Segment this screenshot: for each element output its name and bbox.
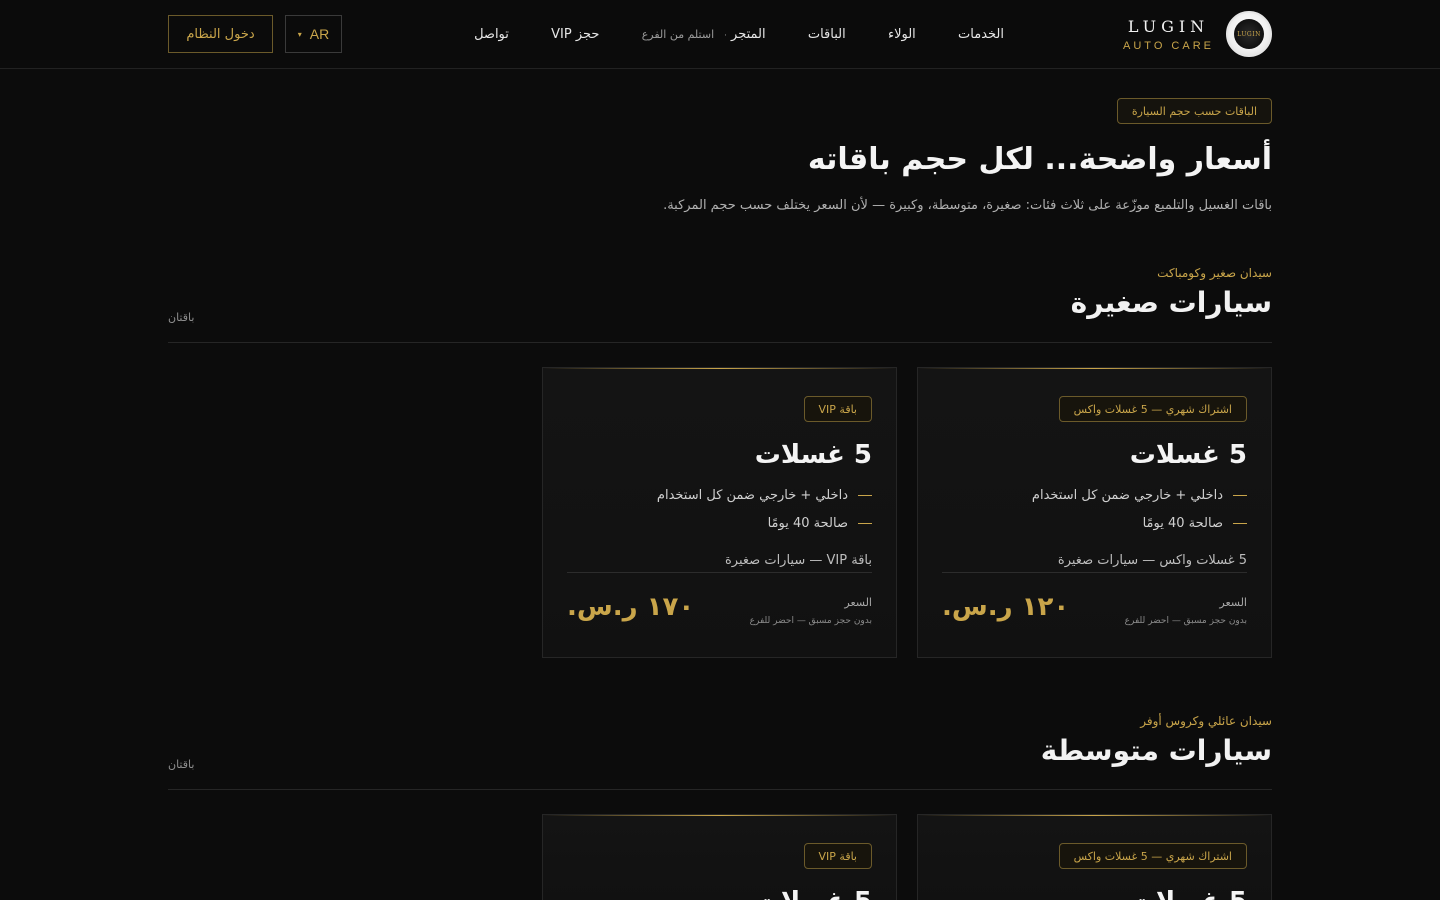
page-description: باقات الغسيل والتلميع موزّعة على ثلاث فئ… [663,198,1272,213]
card-note: 5 غسلات واكس — سيارات صغيرة [1057,553,1247,568]
card-feature-text: داخلي + خارجي ضمن كل استخدام [656,488,848,503]
package-card[interactable]: باقة VIP 5 غسلات داخلي + خارجي ضمن كل اس… [542,367,897,658]
nav-store[interactable]: المتجر· استلم من الفرع [642,27,766,42]
brand[interactable]: LUGIN LUGIN AUTO CARE [1123,11,1272,57]
chevron-down-icon: ▾ [297,29,302,39]
price-value: ١٢٠ ر.س. [942,592,1070,622]
card-feature: داخلي + خارجي ضمن كل استخدام [657,488,872,503]
card-divider [567,572,872,573]
price-note: بدون حجز مسبق — احضر للفرع [749,616,872,626]
section-title: سيارات متوسطة [1040,734,1272,767]
package-card[interactable]: اشتراك شهري — 5 غسلات واكس 5 غسلات [917,814,1272,900]
section-eyebrow: سيدان صغير وكومباكت [1157,266,1272,280]
card-feature-text: صالحة 40 يومًا [1142,516,1223,531]
brand-logo: LUGIN [1226,11,1272,57]
nav-services[interactable]: الخدمات [958,27,1004,42]
nav-store-label: المتجر [731,26,766,42]
section-count: باقتان [168,311,195,324]
card-badge: اشتراك شهري — 5 غسلات واكس [1058,843,1247,869]
card-title: 5 غسلات [754,440,872,470]
language-switcher-button[interactable]: ▾ AR [285,15,342,53]
brand-text: LUGIN AUTO CARE [1123,17,1214,52]
price-note: بدون حجز مسبق — احضر للفرع [1124,616,1247,626]
price-value: ١٧٠ ر.س. [567,592,695,622]
language-label: AR [309,26,330,42]
section-title: سيارات صغيرة [1070,286,1272,319]
card-badge: باقة VIP [803,396,872,422]
card-feature: صالحة 40 يومًا [768,516,872,531]
section-divider [168,789,1272,790]
card-feature-text: صالحة 40 يومًا [767,516,848,531]
page-title: أسعار واضحة... لكل حجم باقاته [807,142,1272,177]
dash-icon [858,523,872,524]
card-badge: باقة VIP [803,843,872,869]
brand-name: LUGIN [1127,16,1210,36]
nav-loyalty[interactable]: الولاء [888,27,916,42]
card-feature-text: داخلي + خارجي ضمن كل استخدام [1031,488,1223,503]
section-divider [168,342,1272,343]
package-card[interactable]: اشتراك شهري — 5 غسلات واكس 5 غسلات داخلي… [917,367,1272,658]
card-title: 5 غسلات [1130,887,1247,900]
card-note: باقة VIP — سيارات صغيرة [724,553,872,568]
price-label: السعر [1219,596,1247,609]
nav-contact[interactable]: تواصل [474,27,509,42]
dash-icon [1233,495,1247,496]
nav-vip-booking[interactable]: حجز VIP [551,27,599,42]
card-divider [942,572,1247,573]
nav-packages[interactable]: الباقات [808,27,846,42]
package-card[interactable]: باقة VIP 5 غسلات [542,814,897,900]
site-header: LUGIN LUGIN AUTO CARE الخدمات الولاء الب… [0,0,1440,69]
brand-subtitle: AUTO CARE [1123,39,1214,52]
dash-icon [1233,523,1247,524]
login-button[interactable]: دخول النظام [168,15,273,53]
hero-badge: الباقات حسب حجم السيارة [1116,98,1272,124]
separator-dot-icon: · [724,30,728,41]
card-title: 5 غسلات [755,887,872,900]
section-eyebrow: سيدان عائلي وكروس أوفر [1140,714,1272,728]
dash-icon [858,495,872,496]
nav-store-sublabel: استلم من الفرع [641,27,715,41]
section-count: باقتان [168,758,195,771]
card-badge: اشتراك شهري — 5 غسلات واكس [1058,396,1247,422]
brand-logo-mark: LUGIN [1234,19,1264,49]
card-feature: داخلي + خارجي ضمن كل استخدام [1032,488,1247,503]
main-nav: الخدمات الولاء الباقات المتجر· استلم من ا… [474,24,1004,44]
card-feature: صالحة 40 يومًا [1143,516,1247,531]
card-title: 5 غسلات [1129,440,1247,470]
price-label: السعر [844,596,872,609]
